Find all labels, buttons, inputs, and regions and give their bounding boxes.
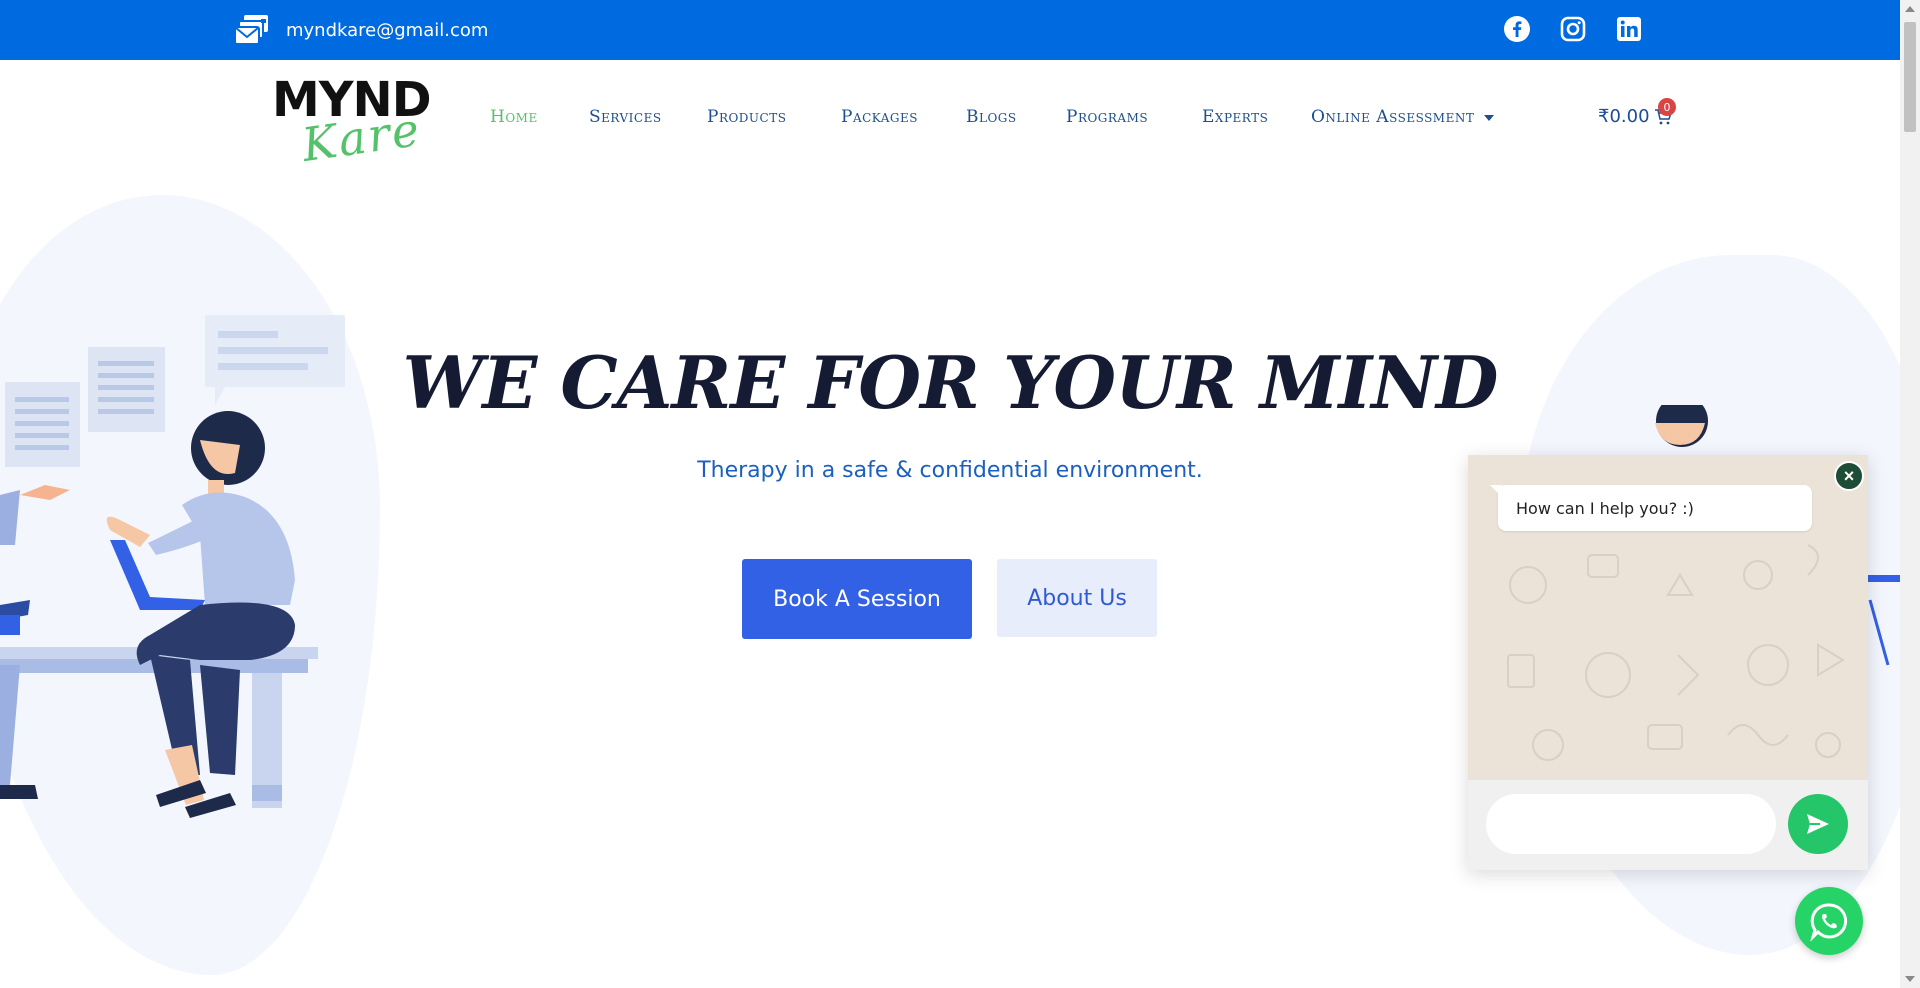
main-nav: Home Services Products Packages Blogs Pr… bbox=[490, 107, 1495, 127]
cart-count-badge: 0 bbox=[1658, 98, 1676, 116]
whatsapp-icon bbox=[1810, 903, 1848, 941]
site-header: MYND Kare Home Services Products Package… bbox=[0, 60, 1900, 175]
whatsapp-chat-widget: × How can I help you? :) bbox=[1468, 455, 1868, 870]
cart-button[interactable]: ₹0.00 0 bbox=[1598, 98, 1676, 127]
nav-item-experts[interactable]: Experts bbox=[1202, 107, 1311, 127]
chat-message-input[interactable] bbox=[1486, 794, 1776, 854]
nav-item-products[interactable]: Products bbox=[707, 107, 841, 127]
nav-item-blogs[interactable]: Blogs bbox=[966, 107, 1066, 127]
scrollbar-thumb[interactable] bbox=[1904, 22, 1916, 132]
about-us-button[interactable]: About Us bbox=[997, 559, 1157, 637]
contact-email[interactable]: myndkare@gmail.com bbox=[234, 13, 488, 47]
send-icon bbox=[1807, 814, 1829, 834]
nav-item-online-assessment[interactable]: Online Assessment bbox=[1311, 107, 1495, 127]
cart-total: ₹0.00 bbox=[1598, 106, 1650, 127]
contact-email-text: myndkare@gmail.com bbox=[286, 19, 489, 41]
close-chat-icon[interactable]: × bbox=[1834, 461, 1864, 491]
chat-message-text: How can I help you? :) bbox=[1516, 498, 1694, 518]
caret-down-icon bbox=[1484, 114, 1495, 121]
nav-item-online-assessment-label: Online Assessment bbox=[1311, 107, 1475, 127]
whatsapp-button[interactable] bbox=[1795, 887, 1863, 955]
send-message-button[interactable] bbox=[1788, 794, 1848, 854]
nav-item-packages[interactable]: Packages bbox=[841, 107, 966, 127]
nav-item-programs[interactable]: Programs bbox=[1066, 107, 1202, 127]
nav-item-home[interactable]: Home bbox=[490, 107, 589, 127]
site-logo[interactable]: MYND Kare bbox=[272, 72, 432, 172]
book-session-button[interactable]: Book A Session bbox=[742, 559, 972, 639]
top-bar: myndkare@gmail.com bbox=[0, 0, 1900, 60]
chat-message-bubble: How can I help you? :) bbox=[1490, 485, 1812, 531]
social-links bbox=[1502, 14, 1644, 44]
scroll-up-icon[interactable] bbox=[1905, 6, 1915, 12]
page-scrollbar[interactable] bbox=[1900, 0, 1920, 988]
linkedin-icon[interactable] bbox=[1614, 14, 1644, 44]
facebook-icon[interactable] bbox=[1502, 14, 1532, 44]
chat-footer bbox=[1468, 780, 1868, 870]
nav-item-services[interactable]: Services bbox=[589, 107, 707, 127]
mail-stack-icon bbox=[234, 15, 268, 45]
scroll-down-icon[interactable] bbox=[1905, 976, 1915, 982]
instagram-icon[interactable] bbox=[1558, 14, 1588, 44]
hero-title: WE CARE FOR YOUR MIND bbox=[402, 340, 1499, 425]
